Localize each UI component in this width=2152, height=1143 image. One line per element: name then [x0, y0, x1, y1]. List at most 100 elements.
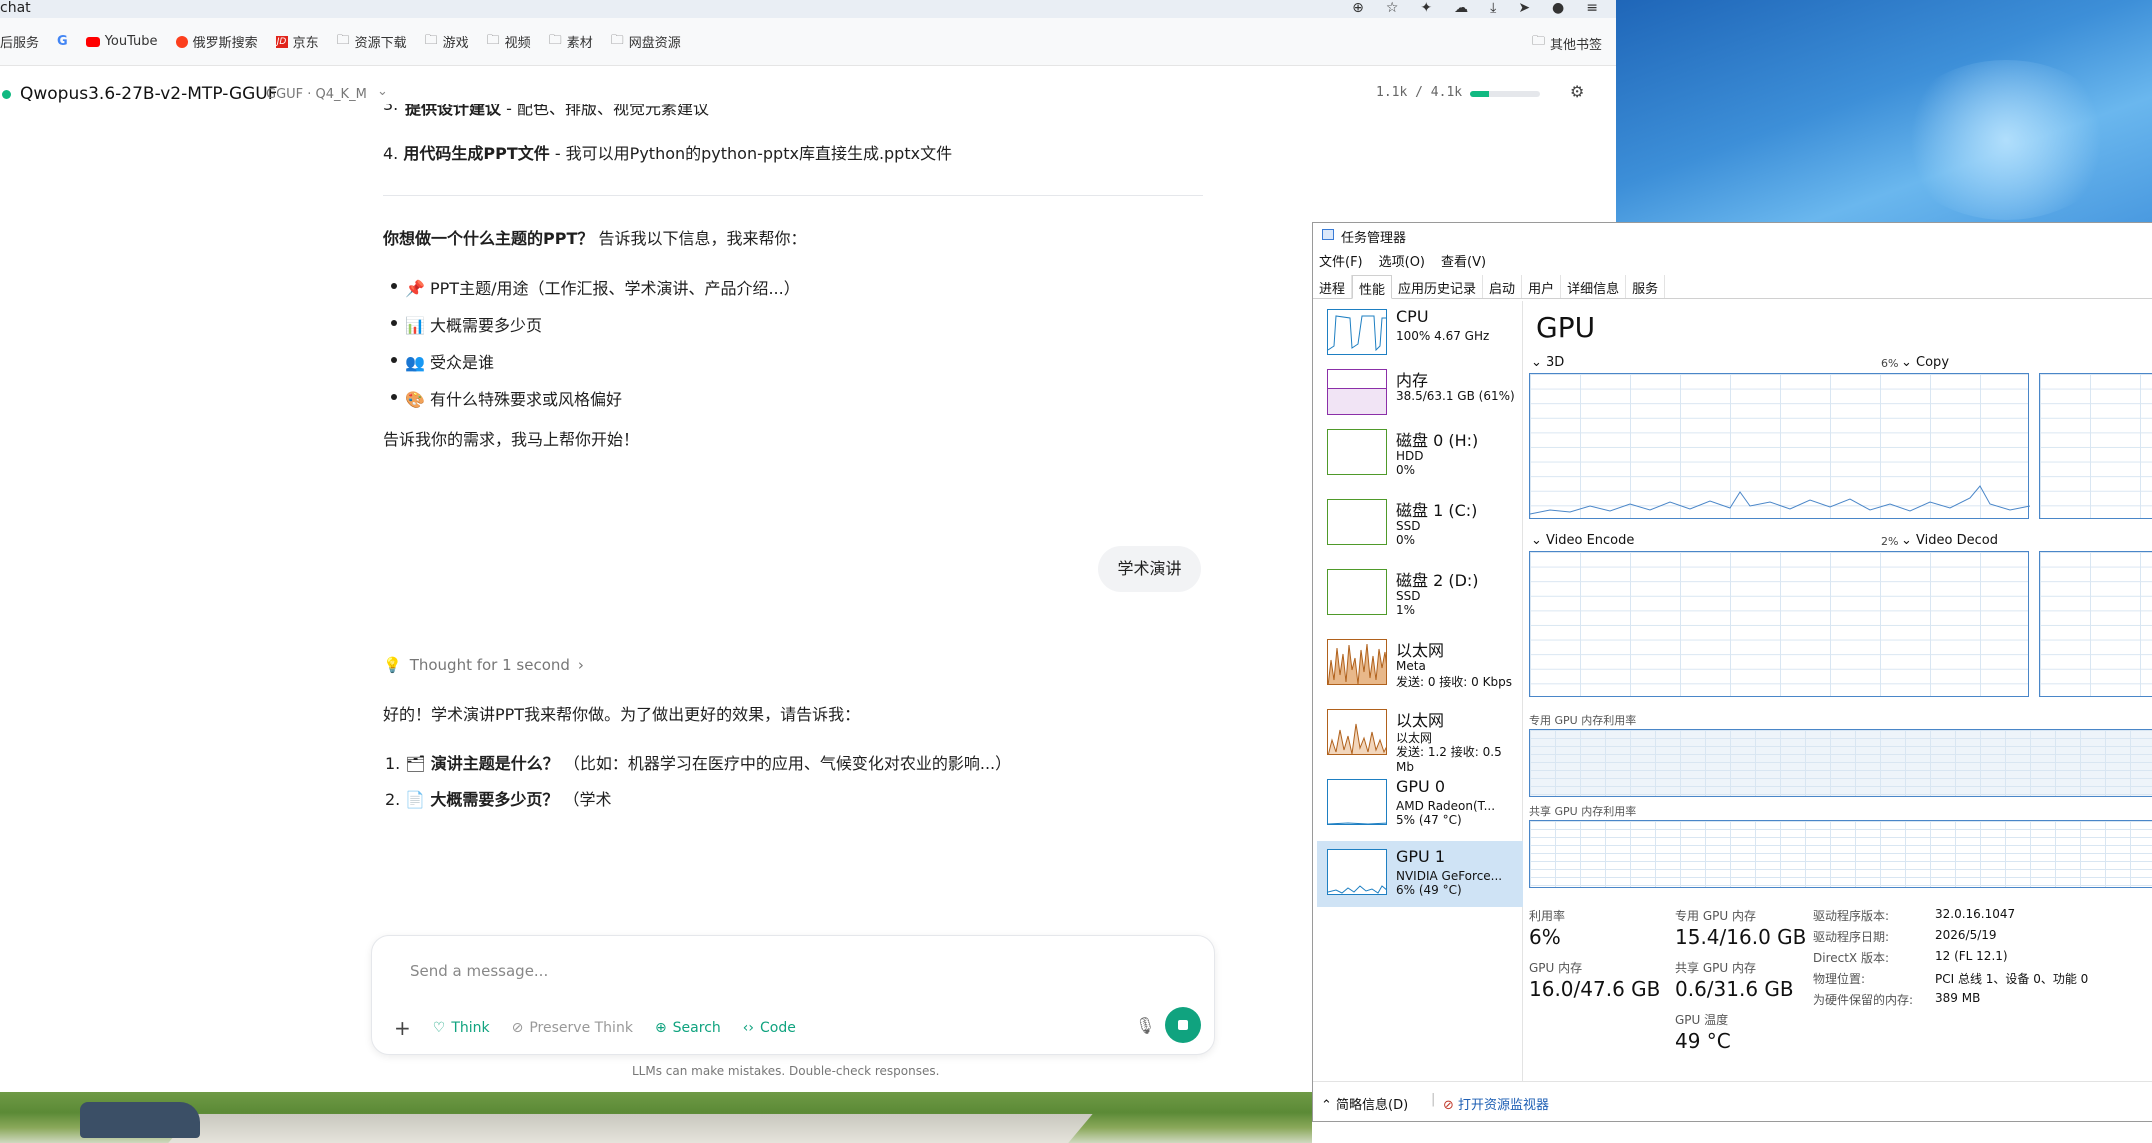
- resource-memory[interactable]: 内存 38.5/63.1 GB (61%): [1317, 361, 1523, 427]
- tab-users[interactable]: 用户: [1522, 275, 1562, 298]
- menu-options[interactable]: 选项(O): [1379, 251, 1425, 270]
- search-toggle[interactable]: ⊕ Search: [655, 1020, 721, 1036]
- dedicated-memory-value: 15.4/16.0 GB: [1675, 925, 1807, 949]
- tab-startup[interactable]: 启动: [1483, 275, 1523, 298]
- cut-off-line: 3. 提供设计建议 - 配色、排版、视觉元素建议: [383, 104, 709, 118]
- directx-label: DirectX 版本:: [1813, 951, 1890, 965]
- engine-video-encode-selector[interactable]: ⌄ Video Encode: [1531, 533, 1634, 548]
- toggle-icon[interactable]: ⚙: [1570, 82, 1584, 101]
- physical-location-value: PCI 总线 1、设备 0、功能 0: [1935, 972, 2089, 986]
- user-message: 学术演讲: [1098, 546, 1201, 592]
- ethernet-thumbnail: [1327, 709, 1387, 755]
- resource-disk-0[interactable]: 磁盘 0 (H:) HDD 0%: [1317, 421, 1523, 487]
- bookmark-folder-video[interactable]: 🗀 视频: [487, 31, 531, 53]
- resource-cpu[interactable]: CPU 100% 4.67 GHz: [1317, 301, 1523, 367]
- context-bar: [1470, 91, 1540, 97]
- directx-value: 12 (FL 12.1): [1935, 949, 2008, 963]
- download-icon[interactable]: ⤓: [1490, 0, 1496, 16]
- list-item: 📊 大概需要多少页: [405, 316, 543, 335]
- tab-details[interactable]: 详细信息: [1561, 275, 1627, 298]
- profile-icon[interactable]: ●: [1552, 0, 1564, 16]
- task-manager-icon: [1322, 229, 1334, 240]
- resource-disk-1[interactable]: 磁盘 1 (C:) SSD 0%: [1317, 491, 1523, 557]
- think-toggle[interactable]: ♡ Think: [433, 1020, 490, 1036]
- menu-icon[interactable]: ≡: [1586, 0, 1598, 16]
- lightbulb-icon: 💡: [383, 656, 402, 674]
- resource-gpu-0[interactable]: GPU 0 AMD Radeon(T... 5% (47 °C): [1317, 771, 1523, 837]
- tab-processes[interactable]: 进程: [1313, 275, 1353, 298]
- bullet-dot: [391, 283, 397, 289]
- folder-icon: 🗀: [548, 32, 562, 48]
- cpu-thumbnail: [1327, 309, 1387, 355]
- shared-memory-value: 0.6/31.6 GB: [1675, 977, 1794, 1001]
- dedicated-memory-label: 专用 GPU 内存利用率: [1529, 714, 1637, 727]
- code-toggle[interactable]: ‹› Code: [743, 1020, 796, 1036]
- other-bookmarks[interactable]: 🗀 其他书签: [1532, 32, 1602, 54]
- bookmark-jd[interactable]: JD 京东: [275, 32, 319, 51]
- tab-performance[interactable]: 性能: [1352, 275, 1393, 299]
- engine-3d-percent: 6%: [1881, 357, 1899, 370]
- extensions-icon[interactable]: ✦: [1420, 0, 1432, 16]
- gpu-thumbnail: [1327, 779, 1387, 825]
- bullet-dot: [391, 357, 397, 363]
- chevron-down-icon[interactable]: ⌄: [377, 84, 388, 99]
- resource-gpu-1[interactable]: GPU 1 NVIDIA GeForce... 6% (49 °C): [1317, 841, 1523, 907]
- engine-copy-selector[interactable]: ⌄ Copy: [1901, 355, 1949, 370]
- graph-shared-memory: [1529, 820, 2152, 888]
- bookmark-0[interactable]: 后服务: [0, 32, 39, 51]
- tab-app-history[interactable]: 应用历史记录: [1392, 275, 1484, 298]
- cloud-icon[interactable]: ☁: [1454, 0, 1468, 16]
- microphone-icon[interactable]: 🎙: [1135, 1016, 1155, 1035]
- globe-icon: ⊕: [654, 1020, 667, 1036]
- resource-disk-2[interactable]: 磁盘 2 (D:) SSD 1%: [1317, 561, 1523, 627]
- resource-list: CPU 100% 4.67 GHz 内存 38.5/63.1 GB (61%) 磁盘…: [1313, 301, 1523, 1081]
- lightbulb-icon: ♡: [432, 1020, 446, 1036]
- yandex-icon: [175, 35, 188, 48]
- add-attachment-button[interactable]: +: [394, 1016, 411, 1040]
- bookmark-yandex[interactable]: 俄罗斯搜索: [175, 32, 258, 51]
- preserve-think-toggle[interactable]: ⊘ Preserve Think: [512, 1020, 633, 1036]
- open-resource-monitor-link[interactable]: ⊘ 打开资源监视器: [1443, 1094, 1549, 1113]
- tab-title[interactable]: chat: [0, 0, 31, 16]
- model-name[interactable]: Qwopus3.6-27B-v2-MTP-GGUF: [20, 84, 278, 104]
- separator: |: [1431, 1092, 1436, 1107]
- menu-view[interactable]: 查看(V): [1441, 251, 1486, 270]
- zoom-icon[interactable]: ⊕: [1352, 0, 1364, 16]
- driver-date-label: 驱动程序日期:: [1813, 930, 1890, 944]
- chevron-right-icon: ›: [577, 656, 584, 674]
- menu-file[interactable]: 文件(F): [1319, 251, 1363, 270]
- resource-ethernet[interactable]: 以太网 以太网 发送: 1.2 接收: 0.5 Mb: [1317, 701, 1523, 774]
- bookmark-folder-netdisk[interactable]: 🗀 网盘资源: [611, 31, 681, 53]
- driver-date-value: 2026/5/19: [1935, 928, 1997, 942]
- shared-memory-label: 共享 GPU 内存利用率: [1529, 805, 1637, 818]
- fewer-details-button[interactable]: ⌃ 简略信息(D): [1321, 1094, 1408, 1113]
- gpu-temperature-value: 49 °C: [1675, 1029, 1731, 1053]
- chevron-up-icon: ⌃: [1321, 1098, 1332, 1113]
- bookmark-youtube[interactable]: YouTube: [85, 34, 158, 49]
- engine-3d-selector[interactable]: ⌄ 3D: [1531, 355, 1564, 370]
- bookmark-folder-games[interactable]: 🗀 游戏: [425, 31, 469, 53]
- list-item-4: 4. 用代码生成PPT文件 - 我可以用Python的python-pptx库直…: [383, 144, 953, 163]
- send-icon[interactable]: ➤: [1518, 0, 1530, 16]
- tab-services[interactable]: 服务: [1626, 275, 1666, 298]
- star-icon[interactable]: ☆: [1386, 0, 1399, 16]
- bookmark-folder-downloads[interactable]: 🗀 资源下载: [337, 31, 407, 53]
- engine-video-decode-selector[interactable]: ⌄ Video Decod: [1901, 533, 1998, 548]
- memory-thumbnail: [1327, 369, 1387, 415]
- thought-toggle[interactable]: 💡 Thought for 1 second ›: [383, 656, 584, 674]
- status-dot: [2, 90, 11, 99]
- list-item: 🎨 有什么特殊要求或风格偏好: [405, 390, 623, 409]
- utilization-label: 利用率: [1529, 909, 1566, 923]
- list-item: 📌 PPT主题/用途（工作汇报、学术演讲、产品介绍...）: [405, 279, 800, 298]
- bullet-dot: [391, 394, 397, 400]
- driver-version-label: 驱动程序版本:: [1813, 909, 1890, 923]
- graph-dedicated-memory: [1529, 729, 2152, 797]
- bookmark-google[interactable]: G: [57, 34, 68, 49]
- message-input[interactable]: Send a message...: [410, 962, 548, 980]
- list-item: 2. 📄 大概需要多少页？ （学术: [385, 790, 612, 809]
- stop-generation-button[interactable]: [1165, 1007, 1201, 1043]
- desktop-wallpaper: [1616, 0, 2152, 222]
- bookmark-folder-assets[interactable]: 🗀 素材: [549, 31, 593, 53]
- resource-ethernet-meta[interactable]: 以太网 Meta 发送: 0 接收: 0 Kbps: [1317, 631, 1523, 697]
- gpu-temperature-label: GPU 温度: [1675, 1013, 1729, 1027]
